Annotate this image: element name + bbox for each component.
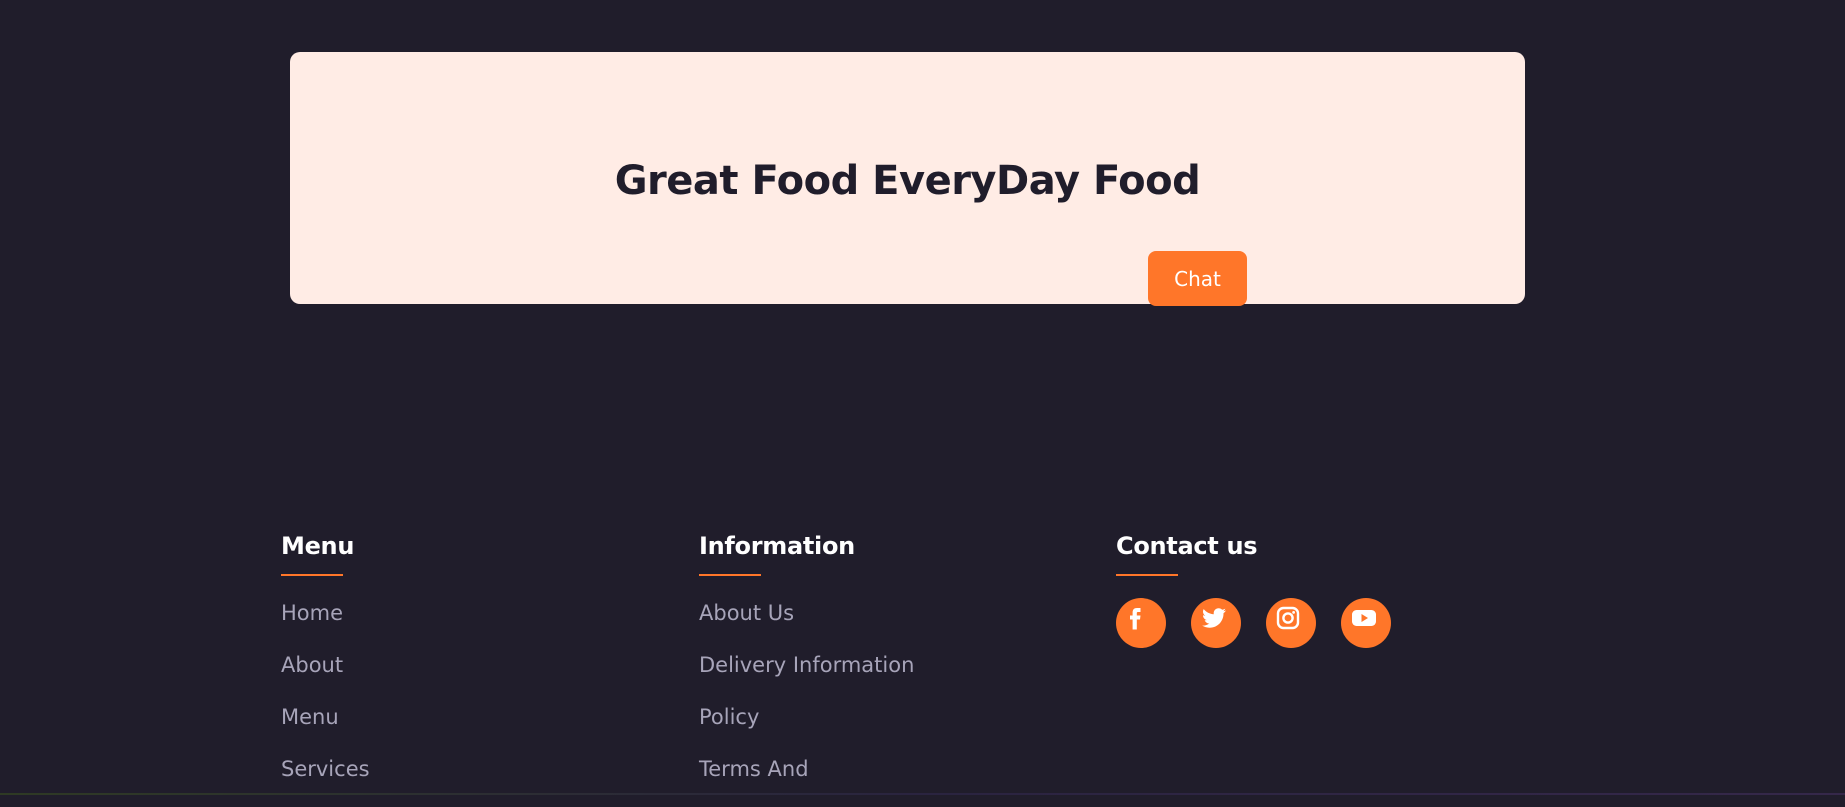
cta-card: Great Food EveryDay Food Chat <box>290 52 1525 306</box>
footer-link-home[interactable]: Home <box>281 601 343 625</box>
instagram-button[interactable] <box>1266 598 1316 648</box>
heading-underline <box>1116 574 1178 576</box>
list-item: Services <box>281 755 370 807</box>
list-item: Delivery Information <box>699 651 914 703</box>
footer-link-about-us[interactable]: About Us <box>699 601 794 625</box>
chat-button[interactable]: Chat <box>1148 251 1247 306</box>
footer-link-terms[interactable]: Terms And <box>699 757 809 781</box>
footer-contact-heading: Contact us <box>1116 532 1258 560</box>
youtube-icon <box>1352 610 1376 626</box>
footer-menu-column: Menu Home About Menu Services <box>281 530 370 807</box>
footer-contact-column: Contact us <box>1116 530 1391 648</box>
twitter-button[interactable] <box>1191 598 1241 648</box>
heading-underline <box>281 574 343 576</box>
youtube-button[interactable] <box>1341 598 1391 648</box>
social-links <box>1116 598 1391 648</box>
heading-underline <box>699 574 761 576</box>
footer-link-delivery-information[interactable]: Delivery Information <box>699 653 914 677</box>
list-item: About <box>281 651 370 703</box>
footer-information-column: Information About Us Delivery Informatio… <box>699 530 914 807</box>
twitter-icon <box>1202 608 1226 628</box>
footer-menu-heading: Menu <box>281 532 355 560</box>
instagram-icon <box>1276 606 1300 630</box>
list-item: Policy <box>699 703 914 755</box>
footer-link-menu[interactable]: Menu <box>281 705 339 729</box>
list-item: Home <box>281 599 370 651</box>
footer-link-policy[interactable]: Policy <box>699 705 759 729</box>
list-item: About Us <box>699 599 914 651</box>
footer-link-services[interactable]: Services <box>281 757 370 781</box>
footer-information-heading: Information <box>699 532 855 560</box>
footer-menu-links: Home About Menu Services <box>281 599 370 807</box>
cta-title: Great Food EveryDay Food <box>614 158 1201 204</box>
footer-link-about[interactable]: About <box>281 653 343 677</box>
facebook-icon <box>1130 608 1141 630</box>
list-item: Menu <box>281 703 370 755</box>
list-item: Terms And <box>699 755 914 807</box>
facebook-button[interactable] <box>1116 598 1166 648</box>
footer-information-links: About Us Delivery Information Policy Ter… <box>699 599 914 807</box>
